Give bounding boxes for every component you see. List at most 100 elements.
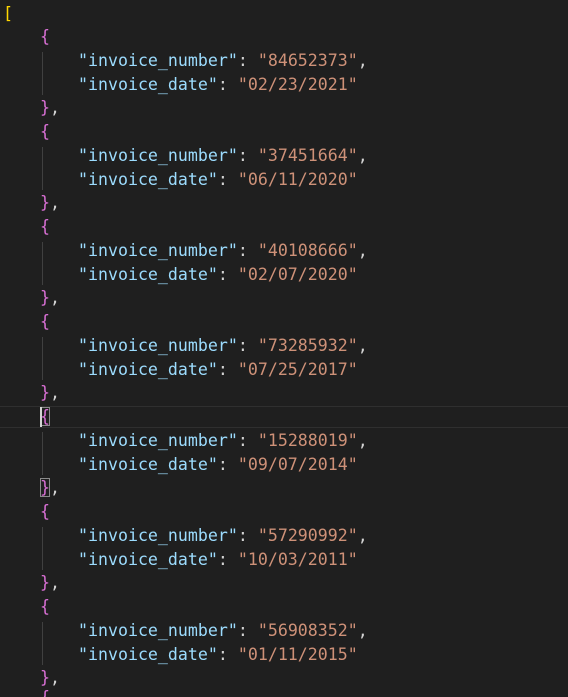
invoice-date-value: "01/11/2015" bbox=[237, 644, 358, 664]
invoice-date-value: "02/07/2020" bbox=[237, 264, 358, 284]
code-line[interactable]: }, bbox=[0, 96, 568, 120]
indent-guide bbox=[42, 146, 43, 191]
colon: : bbox=[217, 359, 238, 379]
open-brace: { bbox=[40, 217, 50, 236]
invoice-date-value: "07/25/2017" bbox=[237, 359, 358, 379]
open-brace: { bbox=[40, 312, 50, 331]
invoice-number-value: "37451664" bbox=[257, 145, 358, 165]
comma: , bbox=[50, 478, 60, 498]
invoice-date-value: "02/23/2021" bbox=[237, 74, 358, 94]
invoice-date-value: "09/07/2014" bbox=[237, 454, 358, 474]
json-key: "invoice_date" bbox=[78, 644, 218, 664]
indent-guide bbox=[42, 621, 43, 666]
close-brace: } bbox=[40, 668, 50, 688]
code-line[interactable]: "invoice_number": "37451664", bbox=[0, 144, 568, 168]
code-line[interactable]: "invoice_date": "09/07/2014" bbox=[0, 453, 568, 477]
code-line[interactable]: "invoice_date": "02/07/2020" bbox=[0, 263, 568, 287]
json-key: "invoice_number" bbox=[78, 525, 238, 545]
code-line[interactable]: "invoice_number": "15288019", bbox=[0, 429, 568, 453]
invoice-number-value: "15288019" bbox=[257, 430, 358, 450]
indent-guide bbox=[42, 241, 43, 286]
close-brace: } bbox=[40, 288, 50, 308]
colon: : bbox=[237, 620, 258, 640]
code-line[interactable]: { bbox=[0, 595, 568, 619]
invoice-number-value: "57290992" bbox=[257, 525, 358, 545]
comma: , bbox=[357, 335, 368, 355]
code-line[interactable]: "invoice_date": "07/25/2017" bbox=[0, 358, 568, 382]
colon: : bbox=[217, 264, 238, 284]
colon: : bbox=[237, 335, 258, 355]
code-line[interactable]: "invoice_date": "06/11/2020" bbox=[0, 168, 568, 192]
open-brace: { bbox=[40, 27, 50, 46]
open-brace: { bbox=[40, 688, 50, 697]
open-array-bracket: [ bbox=[3, 4, 13, 23]
json-key: "invoice_date" bbox=[78, 359, 218, 379]
comma: , bbox=[357, 525, 368, 545]
comma: , bbox=[50, 98, 60, 118]
colon: : bbox=[217, 644, 238, 664]
comma: , bbox=[50, 383, 60, 403]
json-key: "invoice_date" bbox=[78, 454, 218, 474]
invoice-number-value: "84652373" bbox=[257, 50, 358, 70]
code-line[interactable]: { bbox=[0, 405, 568, 429]
comma: , bbox=[357, 620, 368, 640]
code-line[interactable]: [ bbox=[0, 2, 568, 26]
colon: : bbox=[237, 430, 258, 450]
open-brace: { bbox=[40, 597, 50, 616]
text-cursor bbox=[40, 407, 42, 427]
code-line[interactable]: { bbox=[0, 310, 568, 334]
close-brace: } bbox=[40, 573, 50, 593]
indent-guide bbox=[42, 526, 43, 571]
code-editor[interactable]: [ {"invoice_number": "84652373", "invoice… bbox=[0, 0, 568, 697]
code-line[interactable]: "invoice_number": "84652373", bbox=[0, 49, 568, 73]
json-key: "invoice_number" bbox=[78, 145, 238, 165]
code-line[interactable]: }, bbox=[0, 286, 568, 310]
colon: : bbox=[237, 145, 258, 165]
code-line[interactable]: { bbox=[0, 686, 568, 697]
comma: , bbox=[357, 50, 368, 70]
code-line[interactable]: }, bbox=[0, 476, 568, 500]
indent-guide bbox=[42, 336, 43, 381]
code-line[interactable]: { bbox=[0, 215, 568, 239]
json-key: "invoice_date" bbox=[78, 549, 218, 569]
colon: : bbox=[237, 525, 258, 545]
code-line[interactable]: "invoice_number": "40108666", bbox=[0, 239, 568, 263]
json-key: "invoice_number" bbox=[78, 620, 238, 640]
invoice-number-value: "73285932" bbox=[257, 335, 358, 355]
colon: : bbox=[237, 240, 258, 260]
open-brace: { bbox=[40, 122, 50, 141]
invoice-date-value: "10/03/2011" bbox=[237, 549, 358, 569]
json-key: "invoice_number" bbox=[78, 240, 238, 260]
colon: : bbox=[217, 454, 238, 474]
json-key: "invoice_date" bbox=[78, 74, 218, 94]
indent-guide bbox=[42, 51, 43, 96]
code-line[interactable]: { bbox=[0, 500, 568, 524]
code-line[interactable]: "invoice_date": "02/23/2021" bbox=[0, 73, 568, 97]
invoice-date-value: "06/11/2020" bbox=[237, 169, 358, 189]
code-line[interactable]: }, bbox=[0, 191, 568, 215]
comma: , bbox=[50, 668, 60, 688]
code-line[interactable]: "invoice_date": "01/11/2015" bbox=[0, 643, 568, 667]
colon: : bbox=[217, 74, 238, 94]
comma: , bbox=[357, 430, 368, 450]
code-line[interactable]: "invoice_number": "57290992", bbox=[0, 524, 568, 548]
comma: , bbox=[50, 288, 60, 308]
invoice-number-value: "40108666" bbox=[257, 240, 358, 260]
comma: , bbox=[357, 240, 368, 260]
code-line[interactable]: }, bbox=[0, 381, 568, 405]
comma: , bbox=[50, 193, 60, 213]
invoice-number-value: "56908352" bbox=[257, 620, 358, 640]
open-brace: { bbox=[40, 502, 50, 521]
code-line[interactable]: { bbox=[0, 25, 568, 49]
colon: : bbox=[237, 50, 258, 70]
comma: , bbox=[50, 573, 60, 593]
code-line[interactable]: "invoice_number": "56908352", bbox=[0, 619, 568, 643]
colon: : bbox=[217, 549, 238, 569]
colon: : bbox=[217, 169, 238, 189]
code-line[interactable]: "invoice_number": "73285932", bbox=[0, 334, 568, 358]
indent-guide bbox=[42, 431, 43, 476]
close-brace: } bbox=[40, 98, 50, 118]
code-line[interactable]: }, bbox=[0, 571, 568, 595]
code-line[interactable]: "invoice_date": "10/03/2011" bbox=[0, 548, 568, 572]
code-line[interactable]: { bbox=[0, 120, 568, 144]
